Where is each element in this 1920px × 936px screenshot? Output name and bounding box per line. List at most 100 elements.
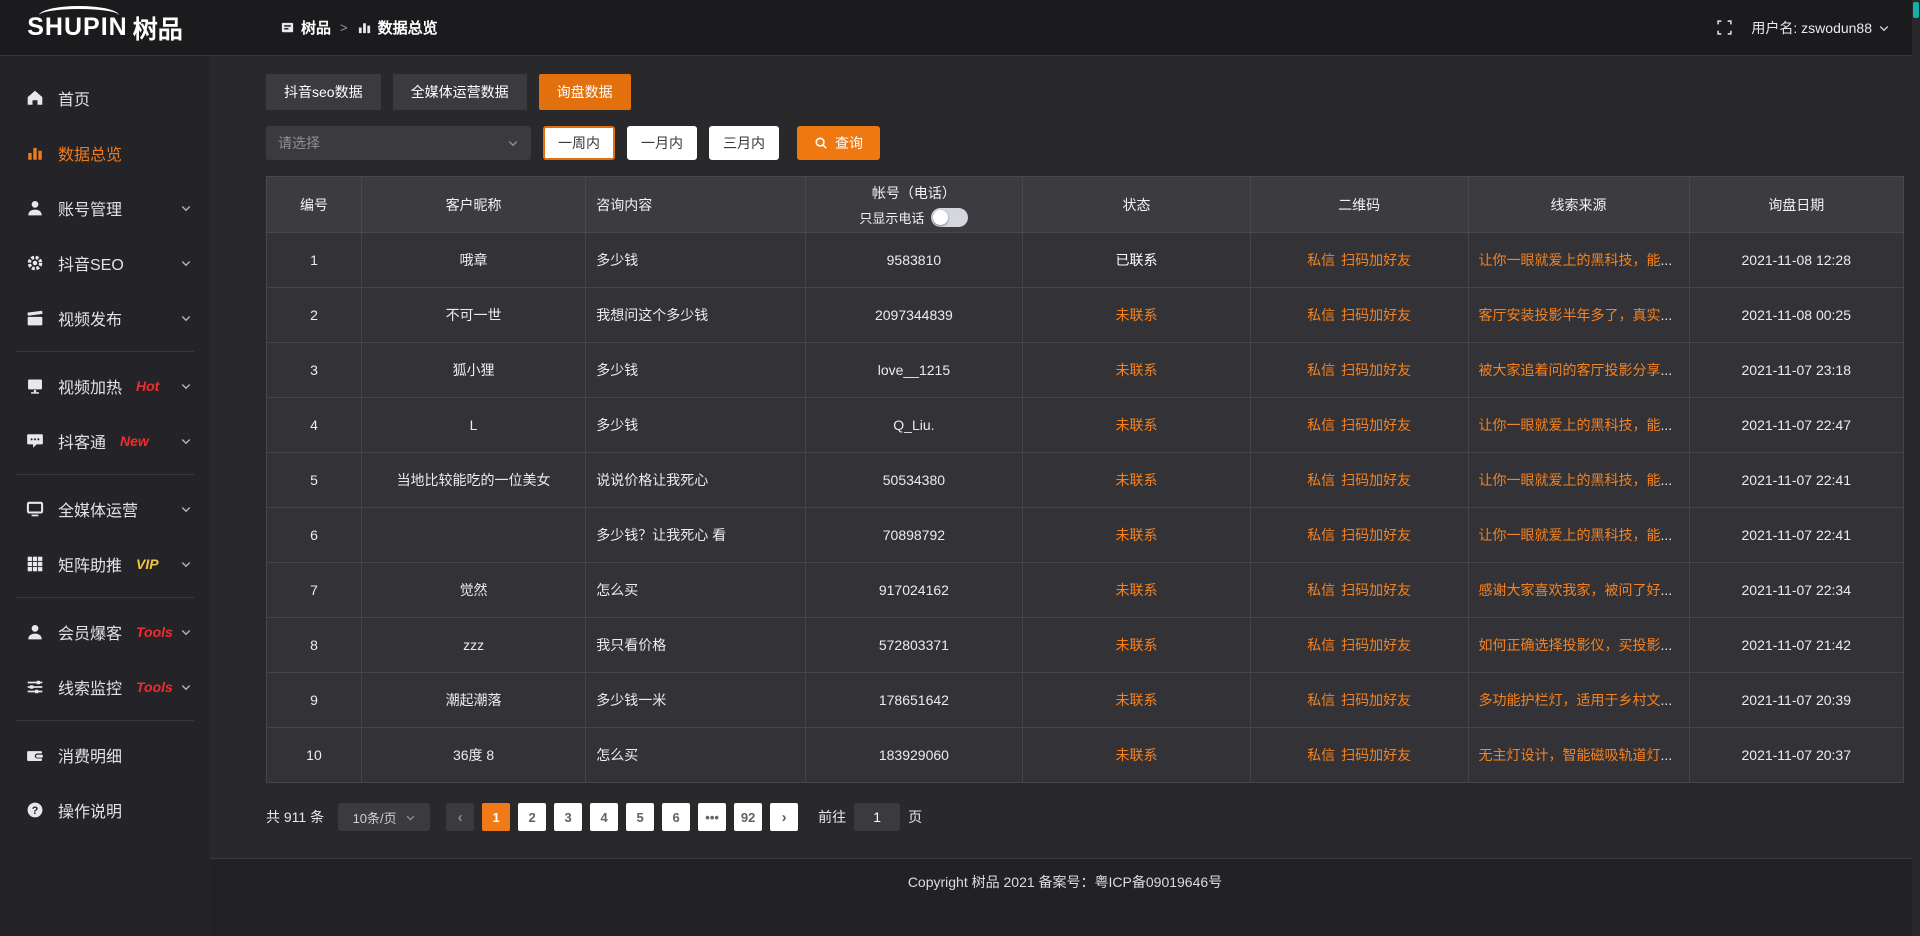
lead-source-link[interactable]: 如何正确选择投影仪，买投影 — [1479, 637, 1661, 653]
private-message-link[interactable]: 私信 — [1307, 527, 1335, 543]
scan-add-friend-link[interactable]: 扫码加好友 — [1341, 582, 1411, 598]
page-button-5[interactable]: 5 — [626, 803, 654, 831]
sidebar-item-lead-monitor[interactable]: 线索监控Tools — [0, 659, 210, 714]
scan-add-friend-link[interactable]: 扫码加好友 — [1341, 637, 1411, 653]
scan-add-friend-link[interactable]: 扫码加好友 — [1341, 417, 1411, 433]
sidebar-item-douyin-seo[interactable]: 抖音SEO — [0, 235, 210, 290]
row-number: 8 — [267, 618, 362, 673]
lead-source-cell: 感谢大家喜欢我家，被问了好... — [1468, 563, 1689, 618]
bar-chart-icon — [26, 144, 44, 162]
sidebar-item-badge: New — [120, 433, 149, 449]
sidebar-item-member-burst[interactable]: 会员爆客Tools — [0, 604, 210, 659]
screen-icon — [26, 377, 44, 395]
goto-page-input[interactable] — [854, 803, 900, 831]
sidebar-item-label: 视频加热 — [58, 374, 122, 398]
private-message-link[interactable]: 私信 — [1307, 417, 1335, 433]
sidebar-item-home[interactable]: 首页 — [0, 70, 210, 125]
sidebar-item-video-publish[interactable]: 视频发布 — [0, 290, 210, 345]
private-message-link[interactable]: 私信 — [1307, 747, 1335, 763]
tab-inquiry-data[interactable]: 询盘数据 — [539, 74, 631, 110]
lead-source-link[interactable]: 客厅安装投影半年多了，真实 — [1479, 307, 1661, 323]
page-button-2[interactable]: 2 — [518, 803, 546, 831]
sidebar-item-badge: Hot — [136, 378, 159, 394]
account-value: 50534380 — [805, 453, 1023, 508]
sidebar-item-omni-media[interactable]: 全媒体运营 — [0, 481, 210, 536]
user-menu[interactable]: 用户名: zswodun88 — [1751, 18, 1890, 38]
scan-add-friend-link[interactable]: 扫码加好友 — [1341, 472, 1411, 488]
lead-source-link[interactable]: 让你一眼就爱上的黑科技，能 — [1479, 417, 1661, 433]
private-message-link[interactable]: 私信 — [1307, 692, 1335, 708]
sidebar-item-account-management[interactable]: 账号管理 — [0, 180, 210, 235]
chevron-down-icon — [180, 503, 192, 515]
private-message-link[interactable]: 私信 — [1307, 582, 1335, 598]
lead-source-link[interactable]: 让你一眼就爱上的黑科技，能 — [1479, 527, 1661, 543]
status-badge: 未联系 — [1023, 563, 1251, 618]
page-ellipsis-button[interactable]: ••• — [698, 803, 726, 831]
sidebar-divider — [16, 474, 194, 475]
lead-source-link[interactable]: 多功能护栏灯，适用于乡村文 — [1479, 692, 1661, 708]
phone-only-toggle[interactable] — [931, 208, 968, 227]
scan-add-friend-link[interactable]: 扫码加好友 — [1341, 252, 1411, 268]
sidebar-item-doukoutong[interactable]: 抖客通New — [0, 413, 210, 468]
page-button-1[interactable]: 1 — [482, 803, 510, 831]
private-message-link[interactable]: 私信 — [1307, 637, 1335, 653]
scan-add-friend-link[interactable]: 扫码加好友 — [1341, 692, 1411, 708]
tab-douyin-seo-data[interactable]: 抖音seo数据 — [266, 74, 381, 110]
period-button-week[interactable]: 一周内 — [543, 126, 615, 160]
row-number: 2 — [267, 288, 362, 343]
period-button-month[interactable]: 一月内 — [627, 126, 697, 160]
sidebar-item-data-overview[interactable]: 数据总览 — [0, 125, 210, 180]
sidebar-item-operation-guide[interactable]: ?操作说明 — [0, 782, 210, 837]
table-row: 5当地比较能吃的一位美女说说价格让我死心50534380未联系私信扫码加好友让你… — [267, 453, 1904, 508]
scan-add-friend-link[interactable]: 扫码加好友 — [1341, 362, 1411, 378]
private-message-link[interactable]: 私信 — [1307, 252, 1335, 268]
breadcrumb-root-label: 树品 — [301, 17, 331, 38]
table-row: 8zzz我只看价格572803371未联系私信扫码加好友如何正确选择投影仪，买投… — [267, 618, 1904, 673]
scan-add-friend-link[interactable]: 扫码加好友 — [1341, 527, 1411, 543]
account-value: 917024162 — [805, 563, 1023, 618]
private-message-link[interactable]: 私信 — [1307, 472, 1335, 488]
lead-source-link[interactable]: 被大家追着问的客厅投影分享 — [1479, 362, 1661, 378]
row-number: 5 — [267, 453, 362, 508]
lead-source-link[interactable]: 让你一眼就爱上的黑科技，能 — [1479, 252, 1661, 268]
page-button-3[interactable]: 3 — [554, 803, 582, 831]
tab-omni-media-data[interactable]: 全媒体运营数据 — [393, 74, 527, 110]
private-message-link[interactable]: 私信 — [1307, 307, 1335, 323]
status-badge: 未联系 — [1023, 453, 1251, 508]
inquiry-date: 2021-11-07 23:18 — [1689, 343, 1904, 398]
inquiry-date: 2021-11-07 21:42 — [1689, 618, 1904, 673]
account-select[interactable]: 请选择 — [266, 126, 531, 160]
column-header-date: 询盘日期 — [1689, 177, 1904, 233]
fullscreen-icon[interactable] — [1716, 19, 1733, 36]
sidebar-divider — [16, 351, 194, 352]
qr-cell: 私信扫码加好友 — [1250, 233, 1468, 288]
chevron-down-icon — [180, 681, 192, 693]
lead-source-link[interactable]: 感谢大家喜欢我家，被问了好 — [1479, 582, 1661, 598]
wallet-icon — [26, 746, 44, 764]
customer-nickname: 哦章 — [361, 233, 585, 288]
query-button[interactable]: 查询 — [797, 126, 880, 160]
scan-add-friend-link[interactable]: 扫码加好友 — [1341, 747, 1411, 763]
prev-page-button[interactable]: ‹ — [446, 803, 474, 831]
goto-suffix-label: 页 — [908, 807, 922, 827]
inquiry-date: 2021-11-07 22:34 — [1689, 563, 1904, 618]
page-size-select[interactable]: 10条/页 — [338, 803, 430, 831]
period-button-quarter[interactable]: 三月内 — [709, 126, 779, 160]
private-message-link[interactable]: 私信 — [1307, 362, 1335, 378]
sidebar-item-consumption-detail[interactable]: 消费明细 — [0, 727, 210, 782]
row-number: 10 — [267, 728, 362, 783]
page-button-92[interactable]: 92 — [734, 803, 762, 831]
scrollbar-thumb[interactable] — [1913, 2, 1919, 18]
page-button-4[interactable]: 4 — [590, 803, 618, 831]
sidebar-item-video-heating[interactable]: 视频加热 Hot — [0, 358, 210, 413]
sidebar-item-matrix-boost[interactable]: 矩阵助推VIP — [0, 536, 210, 591]
scan-add-friend-link[interactable]: 扫码加好友 — [1341, 307, 1411, 323]
breadcrumb-root[interactable]: 树品 — [280, 17, 331, 38]
page-button-6[interactable]: 6 — [662, 803, 690, 831]
lead-source-cell: 客厅安装投影半年多了，真实... — [1468, 288, 1689, 343]
lead-source-link[interactable]: 无主灯设计，智能磁吸轨道灯 — [1479, 747, 1661, 763]
account-header-label: 帐号（电话） — [816, 183, 1013, 203]
ellipsis-text: ... — [1661, 472, 1673, 488]
lead-source-link[interactable]: 让你一眼就爱上的黑科技，能 — [1479, 472, 1661, 488]
next-page-button[interactable]: › — [770, 803, 798, 831]
